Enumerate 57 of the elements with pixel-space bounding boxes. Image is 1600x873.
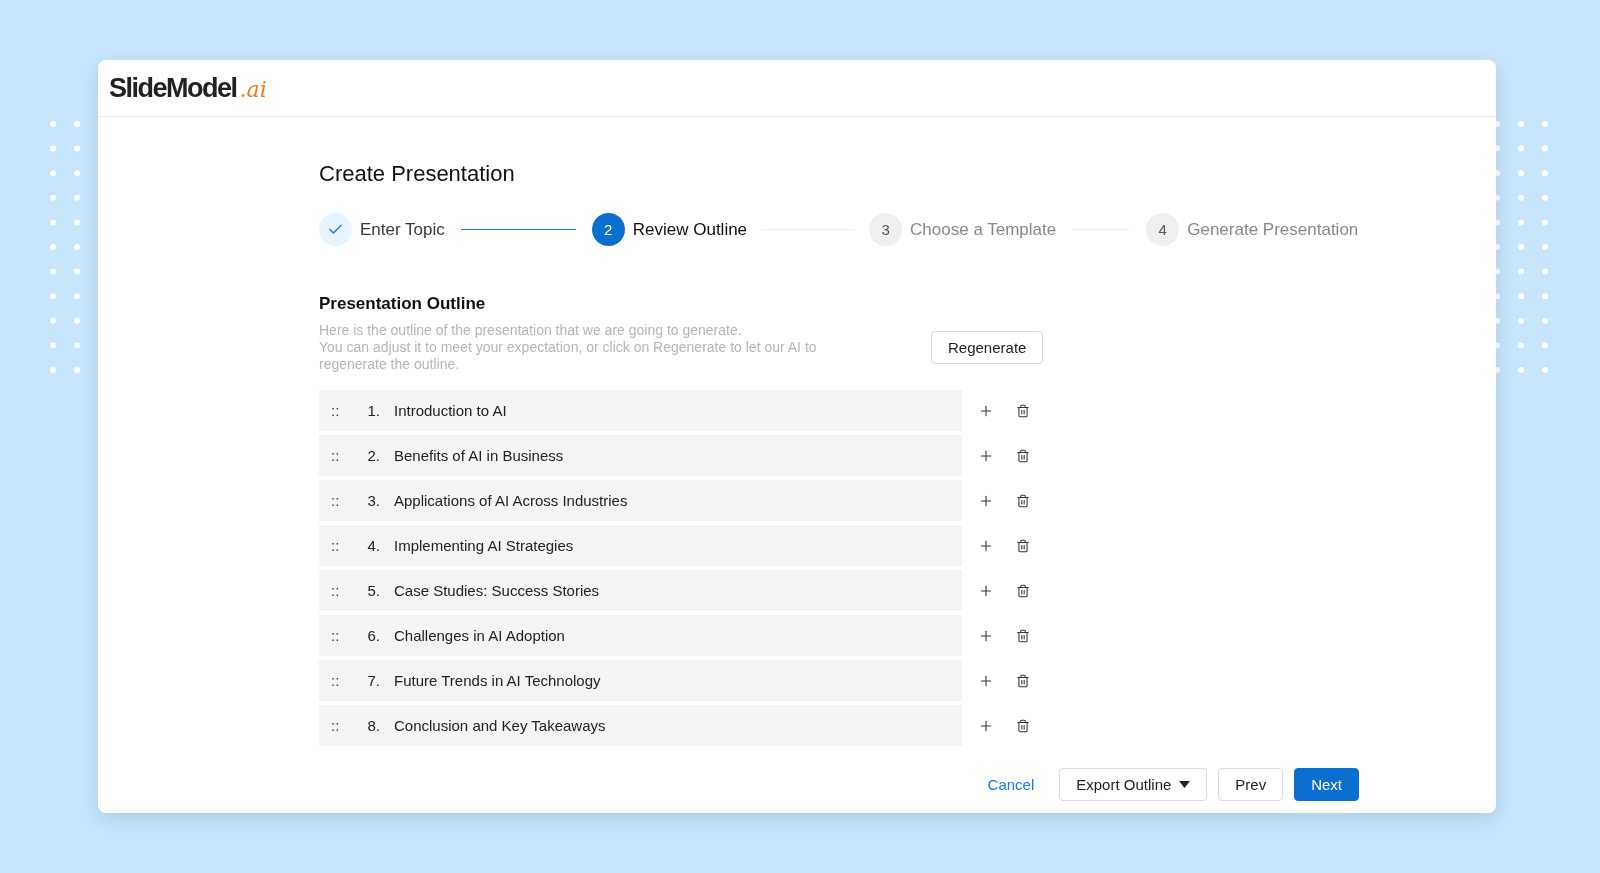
step-label: Generate Presentation bbox=[1187, 219, 1359, 240]
item-title: Introduction to AI bbox=[394, 402, 507, 419]
item-title: Conclusion and Key Takeaways bbox=[394, 717, 606, 734]
item-number: 2. bbox=[366, 447, 380, 464]
drag-handle[interactable]: :: bbox=[331, 402, 357, 419]
drag-handle[interactable]: :: bbox=[331, 447, 357, 464]
item-title: Challenges in AI Adoption bbox=[394, 627, 565, 644]
drag-handle[interactable]: :: bbox=[331, 627, 357, 644]
trash-icon[interactable] bbox=[1016, 493, 1030, 508]
export-dropdown[interactable]: Export Outline bbox=[1059, 768, 1208, 801]
item-number: 5. bbox=[366, 582, 380, 599]
step-label: Review Outline bbox=[632, 219, 748, 240]
trash-icon[interactable] bbox=[1016, 718, 1030, 733]
item-title: Case Studies: Success Stories bbox=[394, 582, 600, 599]
step-number: 2 bbox=[591, 213, 625, 246]
prev-button[interactable]: Prev bbox=[1218, 768, 1284, 801]
item-title: Applications of AI Across Industries bbox=[394, 492, 628, 509]
item-title: Implementing AI Strategies bbox=[394, 537, 574, 554]
outline-item[interactable]: :: 5. Case Studies: Success Stories bbox=[319, 570, 962, 611]
outline-item[interactable]: :: 7. Future Trends in AI Technology bbox=[319, 660, 962, 701]
drag-handle[interactable]: :: bbox=[331, 537, 357, 554]
item-number: 6. bbox=[366, 627, 380, 644]
outline-item[interactable]: :: 4. Implementing AI Strategies bbox=[319, 525, 962, 566]
outline-item[interactable]: :: 1. Introduction to AI bbox=[319, 390, 962, 431]
item-number: 4. bbox=[366, 537, 380, 554]
item-number: 8. bbox=[366, 717, 380, 734]
item-title: Benefits of AI in Business bbox=[394, 447, 564, 464]
page-title: Create Presentation bbox=[319, 161, 516, 187]
outline-item[interactable]: :: 3. Applications of AI Across Industries bbox=[319, 480, 962, 521]
caret-icon bbox=[1179, 781, 1191, 788]
item-title: Future Trends in AI Technology bbox=[394, 672, 601, 689]
item-number: 1. bbox=[366, 402, 380, 419]
outline-item[interactable]: :: 2. Benefits of AI in Business bbox=[319, 435, 962, 476]
item-number: 3. bbox=[366, 492, 380, 509]
item-number: 7. bbox=[366, 672, 380, 689]
trash-icon[interactable] bbox=[1016, 583, 1030, 598]
logo: SlideModel.ai bbox=[109, 72, 267, 104]
step-label: Choose a Template bbox=[910, 219, 1057, 240]
trash-icon[interactable] bbox=[1016, 403, 1030, 418]
next-button[interactable]: Next bbox=[1294, 768, 1359, 801]
trash-icon[interactable] bbox=[1016, 673, 1030, 688]
step-number: 3 bbox=[869, 213, 903, 246]
cancel-link[interactable]: Cancel bbox=[987, 776, 1035, 793]
drag-handle[interactable]: :: bbox=[331, 492, 357, 509]
outline-item[interactable]: :: 8. Conclusion and Key Takeaways bbox=[319, 705, 962, 746]
step-label: Enter Topic bbox=[360, 219, 445, 240]
drag-handle[interactable]: :: bbox=[331, 672, 357, 689]
section-heading: Presentation Outline bbox=[319, 294, 487, 314]
description-text: Here is the outline of the presentation that we are going to generate. You can adjust it to meet your expectation, or click on Regenerate to let our AI to regenerate the outline. bbox=[319, 322, 818, 373]
trash-icon[interactable] bbox=[1016, 448, 1030, 463]
trash-icon[interactable] bbox=[1016, 538, 1030, 553]
regenerate-button[interactable]: Regenerate bbox=[931, 331, 1044, 364]
drag-handle[interactable]: :: bbox=[331, 717, 357, 734]
drag-handle[interactable]: :: bbox=[331, 582, 357, 599]
step-number: 4 bbox=[1146, 213, 1180, 246]
trash-icon[interactable] bbox=[1016, 628, 1030, 643]
outline-item[interactable]: :: 6. Challenges in AI Adoption bbox=[319, 615, 962, 656]
